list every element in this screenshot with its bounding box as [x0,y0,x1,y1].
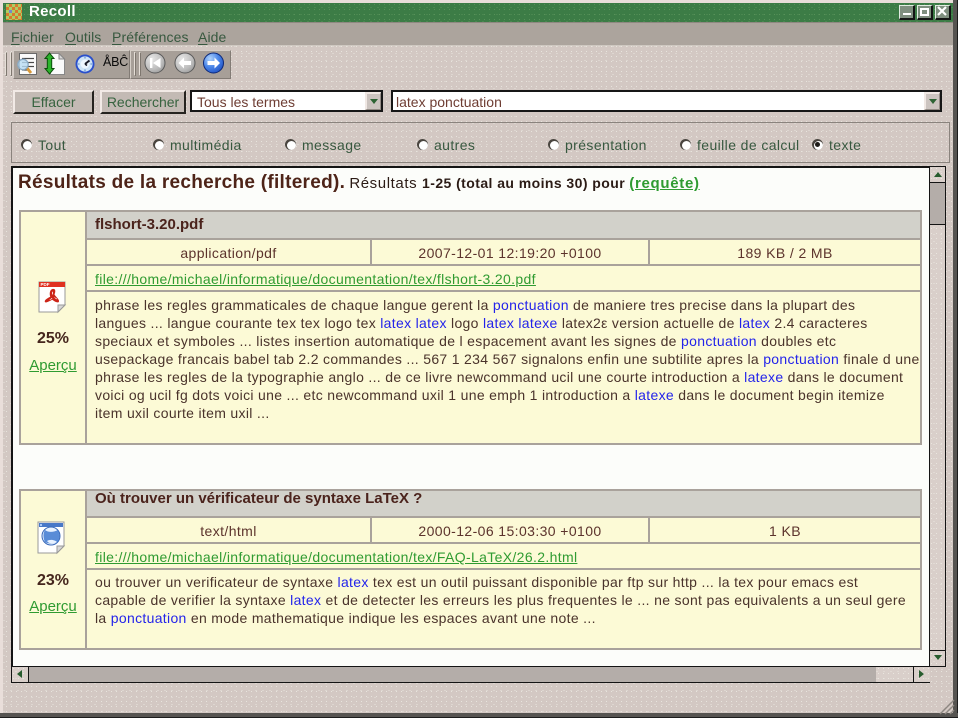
svg-text:PDF: PDF [41,282,50,287]
